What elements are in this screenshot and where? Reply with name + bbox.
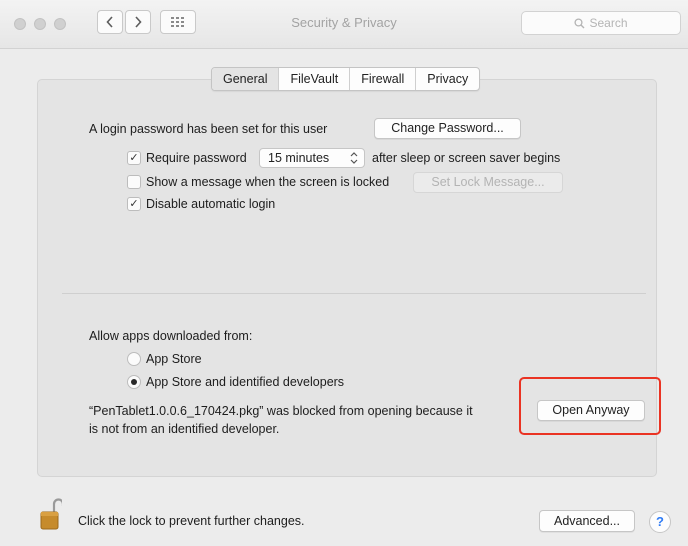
require-password-checkbox[interactable]: ✓ — [127, 151, 141, 165]
security-privacy-window: Security & Privacy Search General FileVa… — [0, 0, 688, 546]
show-message-checkbox[interactable] — [127, 175, 141, 189]
require-password-interval-select[interactable]: 15 minutes — [259, 148, 365, 168]
tab-filevault[interactable]: FileVault — [278, 68, 349, 90]
change-password-button[interactable]: Change Password... — [374, 118, 521, 139]
require-password-label: Require password — [146, 151, 247, 165]
advanced-button[interactable]: Advanced... — [539, 510, 635, 532]
checkmark-icon: ✓ — [129, 198, 139, 210]
help-button[interactable]: ? — [649, 511, 671, 533]
section-divider — [62, 293, 646, 294]
tab-firewall[interactable]: Firewall — [349, 68, 415, 90]
checkmark-icon: ✓ — [129, 152, 139, 164]
disable-auto-login-label: Disable automatic login — [146, 197, 276, 211]
set-lock-message-button[interactable]: Set Lock Message... — [413, 172, 563, 193]
radio-app-store[interactable] — [127, 352, 141, 366]
blocked-message-line1: “PenTablet1.0.0.6_170424.pkg” was blocke… — [89, 404, 473, 418]
annotation-highlight-box — [519, 377, 661, 435]
allow-apps-heading: Allow apps downloaded from: — [89, 329, 253, 343]
radio-app-store-label: App Store — [146, 352, 202, 366]
tab-general[interactable]: General — [212, 68, 279, 90]
tab-bar: General FileVault Firewall Privacy — [211, 67, 481, 91]
interval-value: 15 minutes — [268, 151, 330, 165]
radio-app-store-identified[interactable] — [127, 375, 141, 389]
search-icon — [574, 17, 585, 28]
require-password-suffix: after sleep or screen saver begins — [372, 151, 561, 165]
search-field[interactable]: Search — [521, 11, 681, 35]
radio-app-store-identified-label: App Store and identified developers — [146, 375, 345, 389]
disable-auto-login-checkbox[interactable]: ✓ — [127, 197, 141, 211]
radio-selected-dot — [131, 379, 137, 385]
title-bar: Security & Privacy Search — [0, 0, 688, 49]
unlocked-padlock-icon[interactable] — [38, 497, 62, 531]
search-placeholder: Search — [589, 16, 628, 30]
lock-status-text: Click the lock to prevent further change… — [78, 514, 305, 528]
login-password-text: A login password has been set for this u… — [89, 122, 328, 136]
blocked-message-line2: is not from an identified developer. — [89, 422, 280, 436]
tab-privacy[interactable]: Privacy — [415, 68, 479, 90]
updown-chevron-icon — [350, 152, 358, 164]
show-message-label: Show a message when the screen is locked — [146, 175, 390, 189]
